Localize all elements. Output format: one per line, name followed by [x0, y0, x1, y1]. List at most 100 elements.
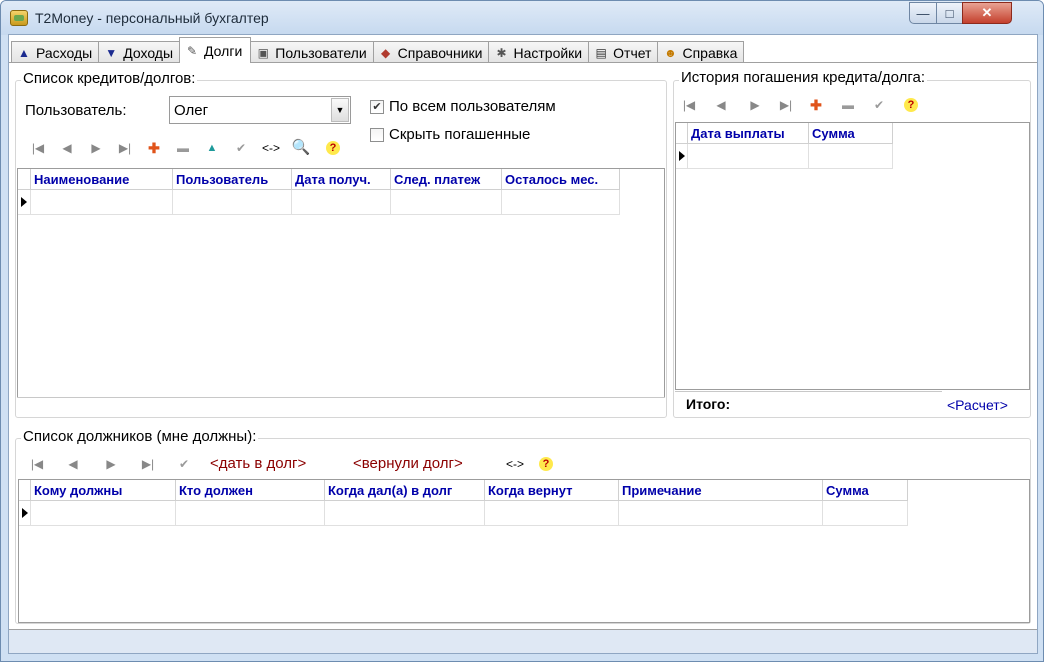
grid-indicator-header [19, 480, 31, 501]
column-header-date-received[interactable]: Дата получ. [292, 169, 391, 190]
column-header-return-date[interactable]: Когда вернут [485, 480, 619, 501]
help-icon[interactable]: ? [539, 457, 553, 471]
help-icon[interactable]: ? [326, 141, 340, 155]
tab-users[interactable]: ▣ Пользователи [250, 41, 374, 63]
window-title: T2Money - персональный бухгалтер [35, 10, 269, 26]
first-record-icon[interactable]: |◀ [681, 97, 697, 113]
help-person-icon: ☻ [664, 45, 677, 60]
table-row-cell[interactable] [391, 190, 502, 215]
post-check-icon[interactable]: ✔ [233, 140, 249, 156]
tab-label: Справка [682, 44, 738, 61]
table-row-cell[interactable] [502, 190, 620, 215]
column-header-user[interactable]: Пользователь [173, 169, 292, 190]
arrow-up-icon: ▲ [18, 45, 30, 60]
first-record-icon[interactable]: |◀ [29, 456, 45, 472]
table-row-cell[interactable] [823, 501, 908, 526]
status-bar [9, 629, 1037, 653]
next-record-icon[interactable]: ▶ [103, 456, 119, 472]
column-header-owed-to[interactable]: Кому должны [31, 480, 176, 501]
tab-label: Отчет [613, 44, 652, 61]
column-header-name[interactable]: Наименование [31, 169, 173, 190]
tab-debts[interactable]: ✎ Долги [179, 37, 252, 63]
total-label: Итого: [686, 396, 731, 412]
column-header-next-payment[interactable]: След. платеж [391, 169, 502, 190]
post-check-icon[interactable]: ✔ [871, 97, 887, 113]
delete-record-icon[interactable]: ▬ [840, 97, 856, 113]
tab-strip: ▲ Расходы ▼ Доходы ✎ Долги ▣ Пользовател… [11, 37, 745, 63]
current-row-arrow-icon [22, 508, 28, 518]
tab-expenses[interactable]: ▲ Расходы [11, 41, 100, 63]
column-header-amount[interactable]: Сумма [809, 123, 893, 144]
current-row-arrow-icon [679, 151, 685, 161]
money-app-icon [10, 10, 28, 26]
current-row-arrow-icon [21, 197, 27, 207]
tab-income[interactable]: ▼ Доходы [98, 41, 181, 63]
credits-title: Список кредитов/долгов: [21, 70, 198, 87]
maximize-button[interactable]: □ [936, 2, 963, 24]
user-select-value: Олег [174, 101, 209, 119]
tab-divider [9, 62, 1037, 63]
column-header-months-left[interactable]: Осталось мес. [502, 169, 620, 190]
hide-paid-label: Скрыть погашенные [389, 126, 531, 143]
table-row-cell[interactable] [688, 144, 809, 169]
table-row-cell[interactable] [176, 501, 325, 526]
last-record-icon[interactable]: ▶| [117, 140, 133, 156]
tab-settings[interactable]: ✱ Настройки [488, 41, 590, 63]
hide-paid-checkbox[interactable]: Скрыть погашенные [370, 126, 530, 143]
report-icon: ▤ [595, 45, 607, 60]
swap-icon[interactable]: <-> [504, 456, 526, 472]
all-users-checkbox[interactable]: ✔ По всем пользователям [370, 98, 556, 115]
prev-record-icon[interactable]: ◀ [59, 140, 75, 156]
search-icon[interactable]: 🔍 [292, 139, 311, 156]
add-record-icon[interactable]: ✚ [808, 97, 824, 113]
prev-record-icon[interactable]: ◀ [65, 456, 81, 472]
minimize-button[interactable]: — [909, 2, 937, 24]
last-record-icon[interactable]: ▶| [778, 97, 794, 113]
table-row-cell[interactable] [31, 501, 176, 526]
close-button[interactable]: ✕ [962, 2, 1012, 24]
table-row-cell[interactable] [485, 501, 619, 526]
table-row-cell[interactable] [325, 501, 485, 526]
column-header-payment-date[interactable]: Дата выплаты [688, 123, 809, 144]
credits-grid[interactable]: Наименование Пользователь Дата получ. Сл… [17, 168, 665, 398]
column-header-debtor[interactable]: Кто должен [176, 480, 325, 501]
title-bar[interactable]: T2Money - персональный бухгалтер — □ ✕ [1, 1, 1043, 35]
table-row-cell[interactable] [173, 190, 292, 215]
table-row-cell[interactable] [292, 190, 391, 215]
edit-up-icon[interactable]: ▲ [204, 140, 220, 156]
first-record-icon[interactable]: |◀ [30, 140, 46, 156]
history-grid[interactable]: Дата выплаты Сумма [675, 122, 1030, 390]
calc-link[interactable]: <Расчет> [947, 397, 1008, 413]
swap-icon[interactable]: <-> [260, 140, 282, 156]
history-footer-divider [675, 391, 942, 392]
column-header-lent-date[interactable]: Когда дал(а) в долг [325, 480, 485, 501]
add-record-icon[interactable]: ✚ [146, 140, 162, 156]
delete-record-icon[interactable]: ▬ [175, 140, 191, 156]
table-row-cell[interactable] [809, 144, 893, 169]
client-area: ▲ Расходы ▼ Доходы ✎ Долги ▣ Пользовател… [8, 34, 1038, 654]
post-check-icon[interactable]: ✔ [176, 456, 192, 472]
app-window: T2Money - персональный бухгалтер — □ ✕ ▲… [0, 0, 1044, 662]
column-header-amount[interactable]: Сумма [823, 480, 908, 501]
give-loan-link[interactable]: <дать в долг> [210, 455, 306, 472]
arrow-down-icon: ▼ [105, 45, 118, 60]
tab-report[interactable]: ▤ Отчет [588, 41, 659, 63]
next-record-icon[interactable]: ▶ [747, 97, 763, 113]
table-row-cell[interactable] [619, 501, 823, 526]
debtors-title: Список должников (мне должны): [21, 428, 259, 445]
user-select[interactable]: Олег ▼ [169, 96, 351, 124]
tab-label: Пользователи [275, 44, 367, 61]
help-icon[interactable]: ? [904, 98, 918, 112]
debtors-grid[interactable]: Кому должны Кто должен Когда дал(а) в до… [18, 479, 1030, 623]
tab-directories[interactable]: ◆ Справочники [372, 41, 490, 63]
loan-returned-link[interactable]: <вернули долг> [353, 455, 463, 472]
book-icon: ◆ [381, 45, 391, 60]
last-record-icon[interactable]: ▶| [140, 456, 156, 472]
next-record-icon[interactable]: ▶ [88, 140, 104, 156]
grid-indicator-header [676, 123, 688, 144]
tab-help[interactable]: ☻ Справка [657, 41, 745, 63]
prev-record-icon[interactable]: ◀ [713, 97, 729, 113]
column-header-note[interactable]: Примечание [619, 480, 823, 501]
table-row-cell[interactable] [31, 190, 173, 215]
chevron-down-icon[interactable]: ▼ [331, 98, 349, 122]
